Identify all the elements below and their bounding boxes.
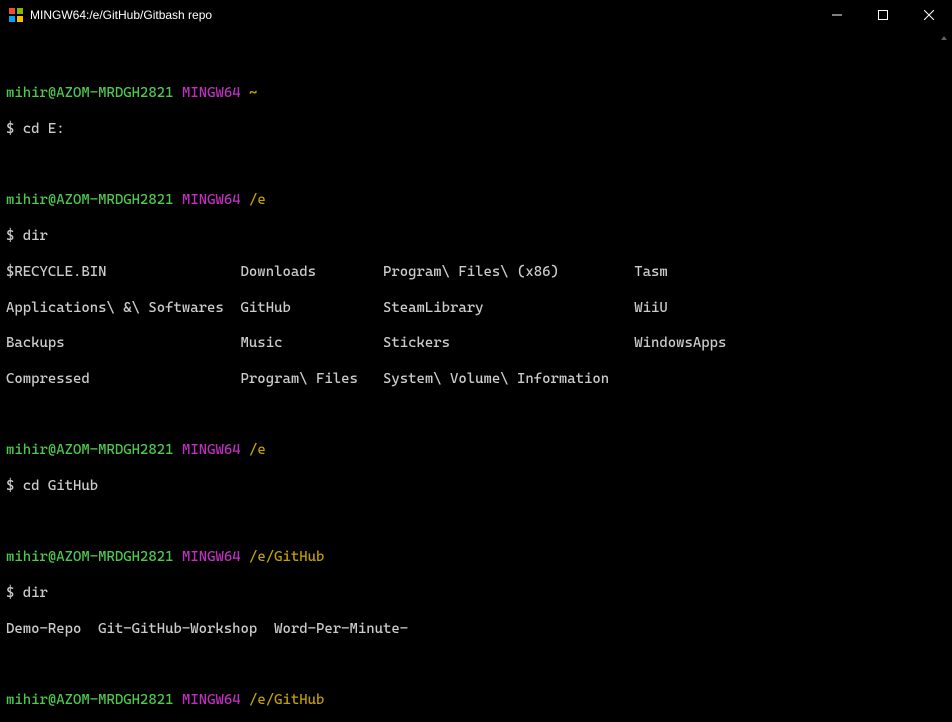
terminal-content[interactable]: mihir@AZOM-MRDGH2821 MINGW64 ~ $ cd E: m…	[0, 30, 936, 722]
prompt-symbol: $	[6, 478, 14, 494]
scrollbar[interactable]	[936, 30, 952, 722]
prompt-env: MINGW64	[182, 85, 241, 101]
prompt-env: MINGW64	[182, 692, 241, 708]
command-output: Applications\ &\ Softwares GitHub SteamL…	[6, 300, 930, 318]
prompt-path: /e/GitHub	[249, 549, 324, 565]
window-titlebar: MINGW64:/e/GitHub/Gitbash repo	[0, 0, 952, 30]
prompt-user: mihir@AZOM-MRDGH2821	[6, 692, 174, 708]
prompt-user: mihir@AZOM-MRDGH2821	[6, 192, 174, 208]
command-output: Demo-Repo Git-GitHub-Workshop Word-Per-M…	[6, 621, 930, 639]
prompt-path: /e	[249, 192, 266, 208]
prompt-path: /e	[249, 442, 266, 458]
prompt-symbol: $	[6, 585, 14, 601]
prompt-symbol: $	[6, 228, 14, 244]
command-output: $RECYCLE.BIN Downloads Program\ Files\ (…	[6, 264, 930, 282]
command: dir	[23, 228, 48, 244]
prompt-symbol: $	[6, 121, 14, 137]
command: dir	[23, 585, 48, 601]
prompt-env: MINGW64	[182, 442, 241, 458]
minimize-button[interactable]	[814, 0, 860, 30]
command: cd E:	[23, 121, 65, 137]
window-title: MINGW64:/e/GitHub/Gitbash repo	[30, 8, 814, 22]
prompt-path: /e/GitHub	[249, 692, 324, 708]
command-output: Backups Music Stickers WindowsApps	[6, 335, 930, 353]
command: cd GitHub	[23, 478, 98, 494]
prompt-env: MINGW64	[182, 549, 241, 565]
window-controls	[814, 0, 952, 30]
scroll-up-icon[interactable]	[936, 30, 952, 46]
close-button[interactable]	[906, 0, 952, 30]
prompt-user: mihir@AZOM-MRDGH2821	[6, 442, 174, 458]
prompt-user: mihir@AZOM-MRDGH2821	[6, 85, 174, 101]
prompt-user: mihir@AZOM-MRDGH2821	[6, 549, 174, 565]
prompt-path: ~	[249, 85, 257, 101]
app-icon	[8, 7, 24, 23]
prompt-env: MINGW64	[182, 192, 241, 208]
command-output: Compressed Program\ Files System\ Volume…	[6, 371, 930, 389]
maximize-button[interactable]	[860, 0, 906, 30]
